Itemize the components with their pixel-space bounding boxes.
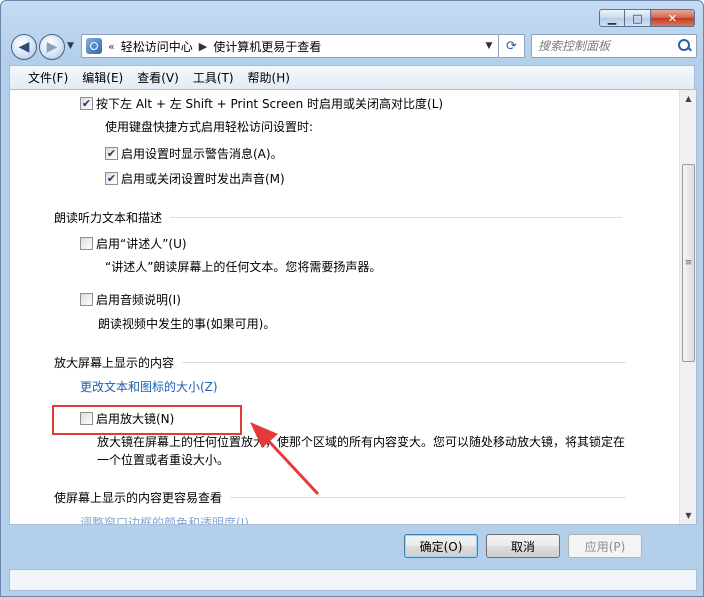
maximize-icon: □ bbox=[632, 11, 643, 25]
scrollbar-thumb[interactable]: ≡ bbox=[682, 164, 695, 362]
dialog-button-bar: 确定(O) 取消 应用(P) bbox=[1, 525, 703, 569]
easier-view-heading-text: 使屏幕上显示的内容更容易查看 bbox=[54, 491, 223, 505]
forward-button[interactable]: ▶ bbox=[39, 34, 65, 60]
menu-view[interactable]: 查看(V) bbox=[137, 69, 179, 86]
magnifier-description-line2: 一个位置或者重设大小。 bbox=[97, 453, 230, 467]
narrator-checkbox[interactable] bbox=[80, 237, 93, 250]
section-divider bbox=[170, 217, 623, 218]
menu-bar: 文件(F) 编辑(E) 查看(V) 工具(T) 帮助(H) bbox=[9, 65, 695, 89]
magnify-section-heading: 放大屏幕上显示的内容 bbox=[54, 354, 627, 371]
search-box[interactable] bbox=[531, 34, 697, 58]
breadcrumb-ease-of-access[interactable]: 轻松访问中心 bbox=[121, 38, 193, 55]
navigation-bar: ◀ ▶ ▼ « 轻松访问中心 ▶ 使计算机更易于查看 ▼ ⟳ bbox=[9, 33, 697, 61]
breadcrumb-current-page[interactable]: 使计算机更易于查看 bbox=[213, 38, 321, 55]
breadcrumb-separator-icon[interactable]: ▶ bbox=[199, 40, 207, 53]
warning-message-label: 启用设置时显示警告消息(A)。 bbox=[121, 147, 283, 161]
scroll-down-icon[interactable]: ▼ bbox=[680, 507, 696, 524]
caption-buttons: ▁ □ ✕ bbox=[599, 9, 695, 27]
change-text-size-link[interactable]: 更改文本和图标的大小(Z) bbox=[80, 378, 218, 395]
search-input[interactable] bbox=[538, 39, 678, 53]
recent-pages-dropdown-icon[interactable]: ▼ bbox=[67, 41, 74, 51]
sound-checkbox[interactable]: ✔ bbox=[105, 172, 118, 185]
maximize-button[interactable]: □ bbox=[625, 9, 651, 27]
menu-tools[interactable]: 工具(T) bbox=[193, 69, 234, 86]
highlight-box bbox=[52, 405, 242, 435]
settings-panel: ✔ 按下左 Alt + 左 Shift + Print Screen 时启用或关… bbox=[9, 89, 697, 525]
high-contrast-shortcut-label: 按下左 Alt + 左 Shift + Print Screen 时启用或关闭高… bbox=[96, 97, 444, 111]
narrator-option[interactable]: 启用“讲述人”(U) bbox=[80, 235, 187, 252]
easier-view-section-heading: 使屏幕上显示的内容更容易查看 bbox=[54, 489, 627, 506]
magnify-heading-text: 放大屏幕上显示的内容 bbox=[54, 356, 175, 370]
shortcut-sub-label: 使用键盘快捷方式启用轻松访问设置时: bbox=[105, 120, 314, 134]
search-icon[interactable] bbox=[678, 39, 692, 53]
magnifier-description-line1: 放大镜在屏幕上的任何位置放大，使那个区域的所有内容变大。您可以随处移动放大镜，将… bbox=[97, 435, 626, 449]
refresh-icon: ⟳ bbox=[506, 38, 517, 54]
back-button[interactable]: ◀ bbox=[11, 34, 37, 60]
apply-button[interactable]: 应用(P) bbox=[568, 534, 642, 558]
back-arrow-icon: ◀ bbox=[18, 39, 30, 55]
audio-description-label: 启用音频说明(I) bbox=[96, 293, 181, 307]
sound-option[interactable]: ✔ 启用或关闭设置时发出声音(M) bbox=[105, 170, 285, 187]
control-panel-window: ▁ □ ✕ ◀ ▶ ▼ « 轻松访问中心 ▶ 使计算机更易于查看 ▼ ⟳ 文件(… bbox=[0, 0, 704, 597]
address-bar[interactable]: « 轻松访问中心 ▶ 使计算机更易于查看 ▼ bbox=[81, 34, 499, 58]
forward-arrow-icon: ▶ bbox=[46, 39, 58, 55]
warning-message-checkbox[interactable]: ✔ bbox=[105, 147, 118, 160]
menu-file[interactable]: 文件(F) bbox=[28, 69, 68, 86]
high-contrast-shortcut-option[interactable]: ✔ 按下左 Alt + 左 Shift + Print Screen 时启用或关… bbox=[80, 95, 443, 112]
cancel-button[interactable]: 取消 bbox=[486, 534, 560, 558]
narration-section-heading: 朗读听力文本和描述 bbox=[54, 209, 623, 226]
narrator-description: “讲述人”朗读屏幕上的任何文本。您将需要扬声器。 bbox=[105, 260, 382, 274]
sound-label: 启用或关闭设置时发出声音(M) bbox=[121, 172, 285, 186]
address-dropdown-icon[interactable]: ▼ bbox=[480, 41, 498, 51]
refresh-button[interactable]: ⟳ bbox=[499, 34, 525, 58]
narration-heading-text: 朗读听力文本和描述 bbox=[54, 211, 163, 225]
section-divider bbox=[230, 497, 627, 498]
ok-button[interactable]: 确定(O) bbox=[404, 534, 478, 558]
narrator-label: 启用“讲述人”(U) bbox=[96, 237, 187, 251]
close-button[interactable]: ✕ bbox=[651, 9, 695, 27]
breadcrumb-overflow-chevron[interactable]: « bbox=[108, 40, 115, 53]
close-icon: ✕ bbox=[667, 11, 678, 25]
high-contrast-shortcut-checkbox[interactable]: ✔ bbox=[80, 97, 93, 110]
minimize-button[interactable]: ▁ bbox=[599, 9, 625, 27]
audio-description-checkbox[interactable] bbox=[80, 293, 93, 306]
scroll-up-icon[interactable]: ▲ bbox=[680, 90, 696, 107]
audio-description-option[interactable]: 启用音频说明(I) bbox=[80, 291, 181, 308]
warning-message-option[interactable]: ✔ 启用设置时显示警告消息(A)。 bbox=[105, 145, 283, 162]
menu-help[interactable]: 帮助(H) bbox=[248, 69, 290, 86]
status-bar bbox=[9, 569, 697, 591]
minimize-icon: ▁ bbox=[607, 11, 617, 25]
vertical-scrollbar[interactable]: ▲ ≡ ▼ bbox=[679, 90, 696, 524]
section-divider bbox=[182, 362, 627, 363]
audio-description-text: 朗读视频中发生的事(如果可用)。 bbox=[98, 317, 276, 331]
window-border-color-link[interactable]: 调整窗口边框的颜色和透明度(J) bbox=[80, 514, 249, 524]
control-panel-icon bbox=[86, 38, 102, 54]
menu-edit[interactable]: 编辑(E) bbox=[82, 69, 123, 86]
